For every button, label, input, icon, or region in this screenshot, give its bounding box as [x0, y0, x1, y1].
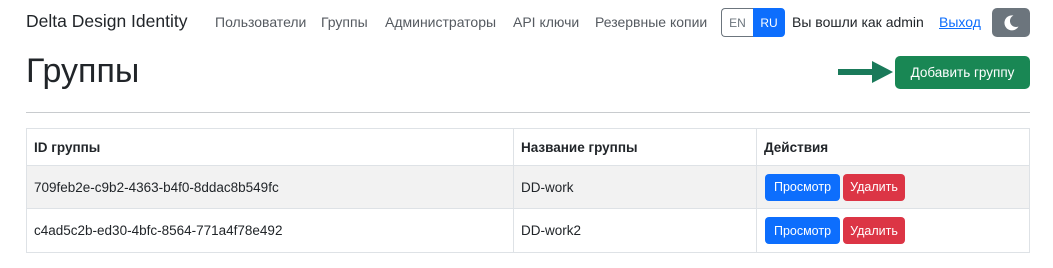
- group-name-cell: DD-work2: [514, 209, 757, 252]
- add-group-button[interactable]: Добавить группу: [895, 56, 1030, 89]
- header-actions: Действия: [764, 139, 829, 155]
- nav-link-groups[interactable]: Группы: [321, 14, 368, 30]
- nav-link-users[interactable]: Пользователи: [215, 14, 306, 30]
- delete-button[interactable]: Удалить: [843, 217, 905, 244]
- table-row: c4ad5c2b-ed30-4bfc-8564-771a4f78e492 DD-…: [27, 209, 1029, 252]
- actions-cell: Просмотр Удалить: [757, 209, 1029, 252]
- delete-button[interactable]: Удалить: [843, 173, 905, 201]
- page-title: Группы: [26, 52, 140, 90]
- divider: [26, 112, 1030, 113]
- view-button[interactable]: Просмотр: [765, 173, 840, 201]
- nav-link-admins[interactable]: Администраторы: [385, 14, 496, 30]
- theme-toggle-button[interactable]: [992, 8, 1030, 37]
- groups-table: ID группы Название группы Действия 709fe…: [26, 128, 1030, 253]
- login-status: Вы вошли как admin: [792, 14, 924, 30]
- arrow-right-icon: [838, 61, 893, 83]
- view-button[interactable]: Просмотр: [765, 217, 840, 244]
- lang-ru-button[interactable]: RU: [753, 8, 785, 37]
- lang-en-button[interactable]: EN: [721, 8, 753, 37]
- navbar: Delta Design Identity Пользователи Групп…: [0, 0, 1053, 46]
- table-row: 709feb2e-c9b2-4363-b4f0-8ddac8b549fc DD-…: [27, 166, 1029, 209]
- nav-link-api-keys[interactable]: API ключи: [513, 14, 579, 30]
- group-id-cell: 709feb2e-c9b2-4363-b4f0-8ddac8b549fc: [27, 166, 514, 208]
- actions-cell: Просмотр Удалить: [757, 166, 1029, 208]
- logout-link[interactable]: Выход: [939, 14, 981, 30]
- brand[interactable]: Delta Design Identity: [26, 11, 187, 32]
- group-name-cell: DD-work: [514, 166, 757, 208]
- group-id-cell: c4ad5c2b-ed30-4bfc-8564-771a4f78e492: [27, 209, 514, 252]
- moon-icon: [1004, 14, 1019, 30]
- language-switcher: EN RU: [721, 8, 785, 37]
- nav-link-backups[interactable]: Резервные копии: [595, 14, 707, 30]
- header-group-name: Название группы: [514, 129, 757, 165]
- header-group-id: ID группы: [27, 129, 514, 165]
- table-header-row: ID группы Название группы Действия: [27, 129, 1029, 166]
